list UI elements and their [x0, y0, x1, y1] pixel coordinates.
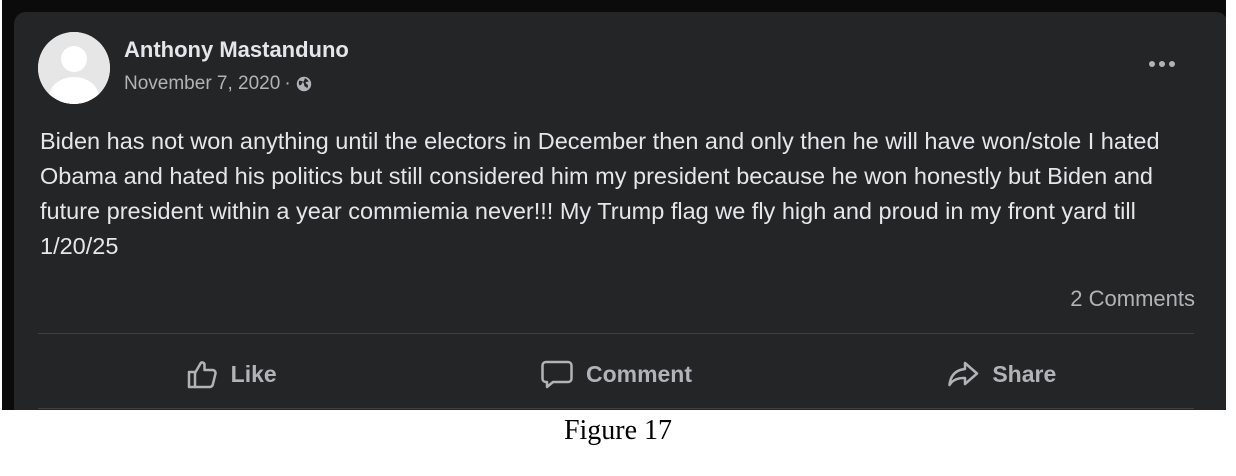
globe-icon	[296, 76, 311, 92]
post-actions-bar: Like Comment Share	[38, 346, 1194, 402]
more-horizontal-icon[interactable]	[1142, 50, 1182, 78]
share-arrow-icon	[948, 361, 979, 387]
post-text: Biden has not won anything until the ele…	[40, 128, 1160, 259]
comments-count-link[interactable]: 2 Comments	[1070, 285, 1195, 313]
post-date[interactable]: November 7, 2020	[124, 72, 280, 96]
author-name[interactable]: Anthony Mastanduno	[124, 36, 349, 64]
comment-label: Comment	[585, 360, 693, 387]
share-label: Share	[992, 360, 1057, 387]
like-button[interactable]: Like	[38, 346, 423, 402]
thumbs-up-icon	[187, 361, 217, 389]
post-meta: November 7, 2020 ·	[124, 72, 312, 96]
bottom-divider	[38, 408, 1194, 409]
comment-button[interactable]: Comment	[423, 346, 808, 402]
share-button[interactable]: Share	[809, 346, 1194, 402]
speech-bubble-icon	[541, 360, 573, 389]
divider	[38, 333, 1194, 334]
facebook-post-screenshot: Anthony Mastanduno November 7, 2020 · Bi…	[2, 0, 1226, 410]
like-label: Like	[230, 360, 277, 387]
post-card: Anthony Mastanduno November 7, 2020 · Bi…	[14, 12, 1226, 410]
default-profile-icon	[38, 32, 110, 104]
avatar[interactable]	[38, 32, 110, 104]
meta-separator: ·	[284, 73, 291, 94]
figure-caption: Figure 17	[563, 415, 673, 446]
